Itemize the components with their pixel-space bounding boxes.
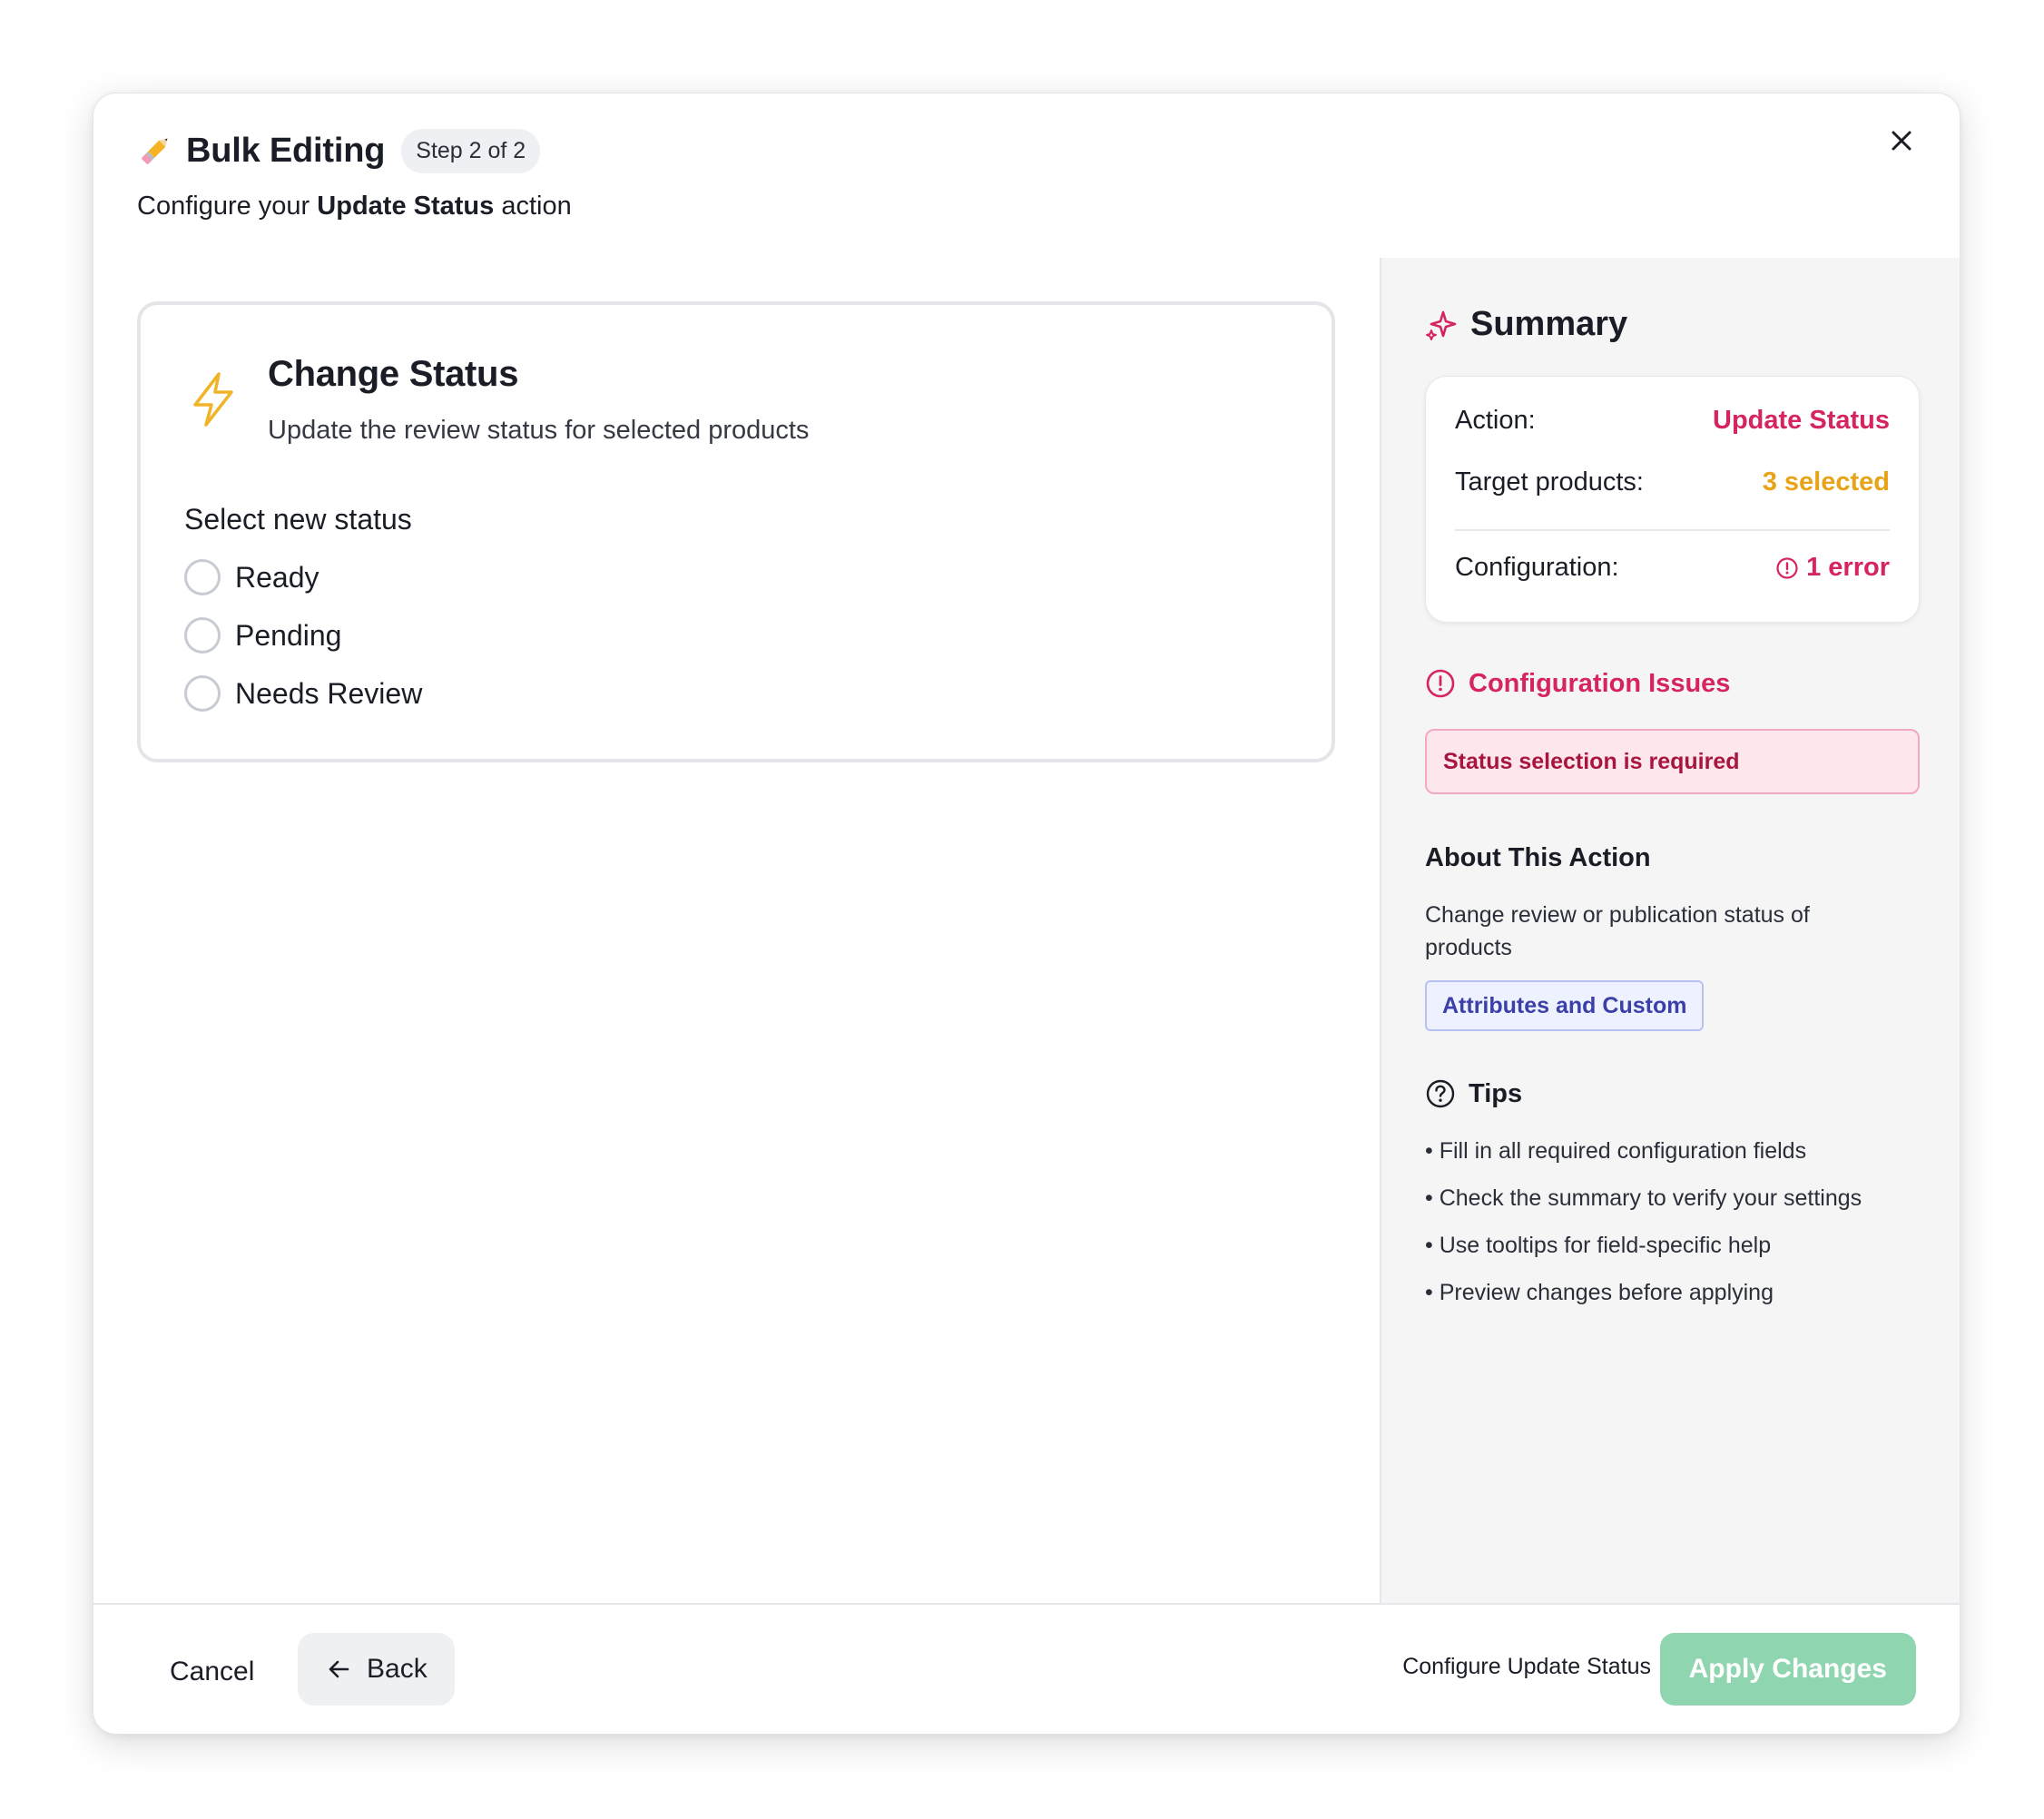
tips-header: Tips	[1425, 1078, 1522, 1109]
alert-circle-icon	[1426, 669, 1455, 698]
summary-row-action: Action: Update Status	[1455, 406, 1890, 436]
summary-config-value: 1 error	[1775, 553, 1890, 583]
issues-title: Configuration Issues	[1469, 668, 1731, 698]
tips-title: Tips	[1469, 1078, 1523, 1108]
card-title: Change Status	[268, 354, 519, 394]
cancel-button[interactable]: Cancel	[144, 1636, 280, 1708]
issues-header: Configuration Issues	[1425, 668, 1730, 699]
back-button-label: Back	[367, 1654, 427, 1684]
arrow-left-icon	[329, 1660, 349, 1678]
summary-action-value: Update Status	[1713, 406, 1890, 435]
pencil-icon	[137, 133, 173, 169]
close-icon	[1892, 131, 1911, 151]
radio-button[interactable]	[184, 675, 221, 712]
radio-option-pending[interactable]: Pending	[184, 614, 422, 657]
summary-action-label: Action:	[1455, 406, 1536, 435]
tips-list: Fill in all required configuration field…	[1425, 1135, 1862, 1323]
summary-target-label: Target products:	[1455, 467, 1644, 497]
help-circle-icon	[1426, 1079, 1455, 1108]
close-button[interactable]	[1876, 115, 1927, 166]
back-button[interactable]: Back	[298, 1633, 455, 1706]
radio-option-ready[interactable]: Ready	[184, 556, 422, 599]
summary-title: Summary	[1470, 305, 1628, 343]
title-row: Bulk Editing Step 2 of 2	[137, 126, 541, 175]
footer-hint: Configure Update Status	[1402, 1654, 1651, 1679]
config-error-count: 1 error	[1806, 553, 1890, 582]
sparkle-icon	[1426, 310, 1457, 340]
category-tag: Attributes and Custom	[1425, 980, 1705, 1031]
summary-header: Summary	[1425, 305, 1627, 344]
radio-button[interactable]	[184, 559, 221, 595]
tip-item: Fill in all required configuration field…	[1425, 1135, 1862, 1182]
tip-item: Check the summary to verify your setting…	[1425, 1182, 1862, 1229]
apply-changes-button[interactable]: Apply Changes	[1659, 1633, 1916, 1706]
status-field-label: Select new status	[184, 503, 412, 536]
lightning-icon	[188, 370, 239, 428]
status-radio-group: Ready Pending Needs Review	[184, 556, 422, 730]
radio-option-needs-review[interactable]: Needs Review	[184, 672, 422, 715]
summary-row-target: Target products: 3 selected	[1455, 467, 1890, 497]
radio-label: Needs Review	[235, 676, 423, 710]
dialog-body: Change Status Update the review status f…	[93, 258, 1960, 1605]
dialog-header: Bulk Editing Step 2 of 2 Configure your …	[93, 93, 1960, 258]
summary-config-label: Configuration:	[1455, 553, 1619, 582]
dialog-title: Bulk Editing	[186, 131, 386, 170]
subtitle-prefix: Configure your	[137, 192, 310, 221]
alert-circle-icon	[1776, 556, 1798, 579]
summary-card: Action: Update Status Target products: 3…	[1425, 376, 1920, 623]
main-pane: Change Status Update the review status f…	[93, 258, 1380, 1605]
subtitle-suffix: action	[501, 192, 572, 221]
step-badge: Step 2 of 2	[401, 128, 541, 173]
radio-label: Ready	[235, 560, 319, 594]
dialog-footer: Cancel Back Configure Update Status Appl…	[93, 1603, 1960, 1734]
about-title: About This Action	[1425, 843, 1651, 872]
tip-item: Use tooltips for field-specific help	[1425, 1229, 1862, 1276]
dialog-subtitle: Configure your Update Status action	[137, 192, 572, 221]
about-description: Change review or publication status of p…	[1425, 902, 1810, 960]
summary-sidebar: Summary Action: Update Status Target pro…	[1380, 258, 1960, 1605]
summary-divider	[1455, 529, 1890, 531]
tip-item: Preview changes before applying	[1425, 1276, 1862, 1323]
card-description: Update the review status for selected pr…	[268, 416, 810, 445]
summary-target-value: 3 selected	[1762, 467, 1890, 497]
radio-label: Pending	[235, 618, 342, 652]
summary-row-config: Configuration: 1 error	[1455, 553, 1890, 583]
subtitle-action: Update Status	[317, 192, 495, 221]
radio-button[interactable]	[184, 617, 221, 654]
change-status-card: Change Status Update the review status f…	[137, 301, 1335, 762]
issue-item: Status selection is required	[1425, 729, 1920, 794]
bulk-edit-dialog: Bulk Editing Step 2 of 2 Configure your …	[93, 93, 1960, 1735]
